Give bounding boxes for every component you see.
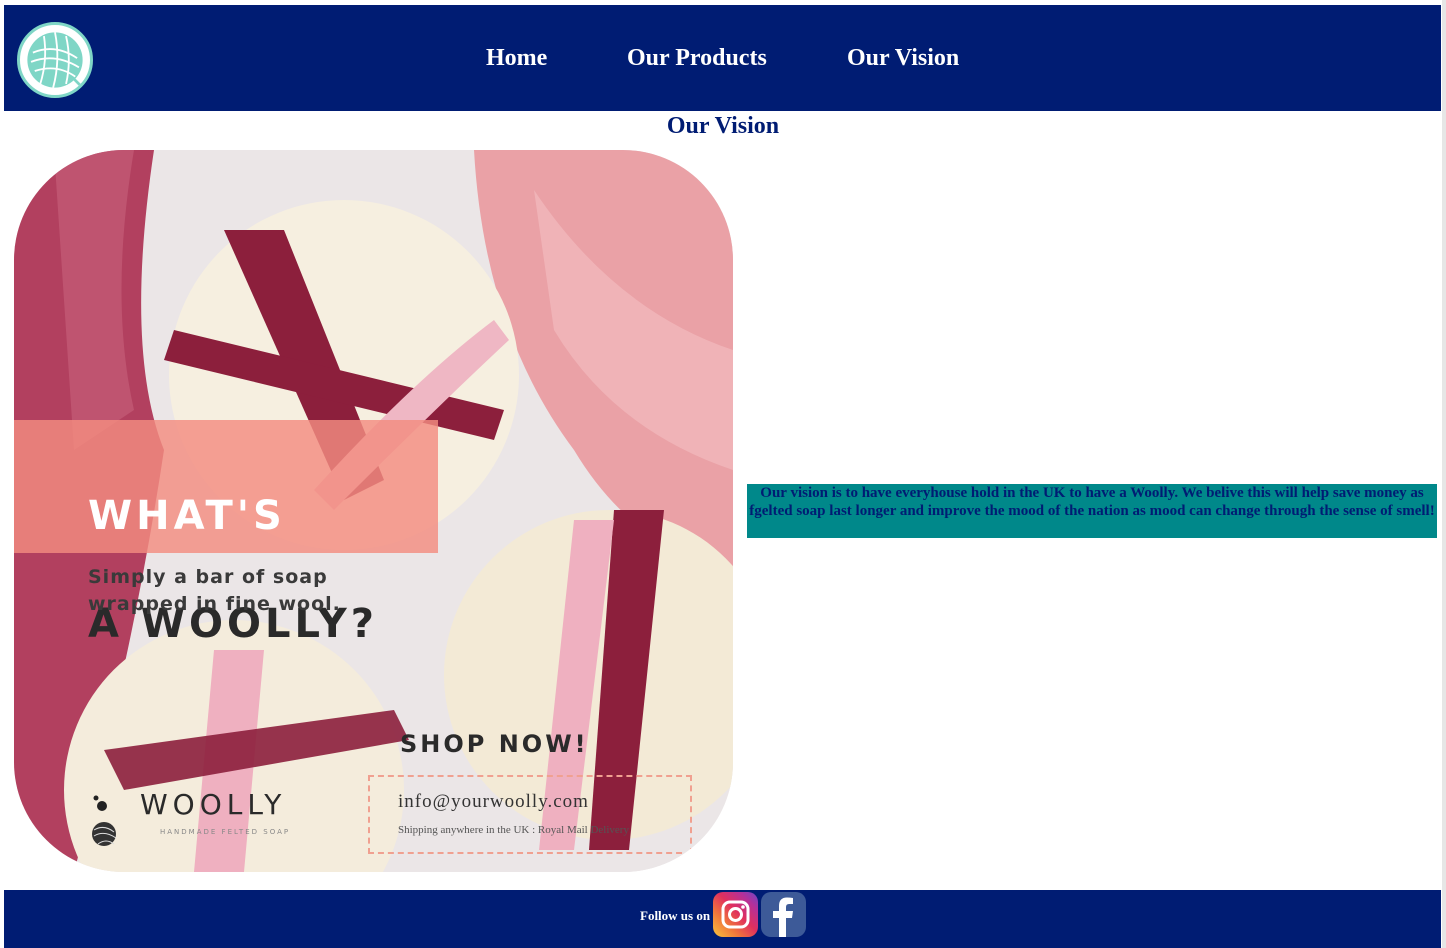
promo-email: info@yourwoolly.com — [398, 791, 589, 812]
promo-brand-sub: HANDMADE FELTED SOAP — [160, 828, 291, 836]
promo-brand: WOOLLY — [140, 788, 287, 821]
nav-products-link[interactable]: Our Products — [627, 44, 767, 72]
promo-shipping: Shipping anywhere in the UK : Royal Mail… — [398, 824, 629, 836]
vision-statement: Our vision is to have everyhouse hold in… — [747, 484, 1437, 538]
nav-vision-link[interactable]: Our Vision — [847, 44, 959, 72]
page: Home Our Products Our Vision Our Vision — [0, 0, 1446, 948]
page-title: Our Vision — [666, 113, 780, 139]
promo-headline-line1: WHAT'S — [88, 493, 286, 539]
facebook-icon[interactable] — [761, 892, 806, 937]
yarn-ball-icon — [92, 795, 117, 846]
promo-subtext: Simply a bar of soap wrapped in fine woo… — [88, 566, 341, 615]
nav-home-link[interactable]: Home — [486, 44, 547, 72]
promo-cta: SHOP NOW! — [400, 730, 589, 758]
promo-contact-box — [368, 775, 692, 854]
site-header: Home Our Products Our Vision — [4, 5, 1441, 111]
site-footer: Follow us on — [4, 890, 1441, 948]
follow-us-label: Follow us on — [640, 908, 711, 923]
main-nav: Home Our Products Our Vision — [4, 5, 1441, 111]
window-edge — [1442, 0, 1446, 948]
woolly-promo-image: WHAT'S A WOOLLY? Simply a bar of soap wr… — [14, 150, 733, 872]
instagram-icon[interactable] — [713, 892, 758, 937]
